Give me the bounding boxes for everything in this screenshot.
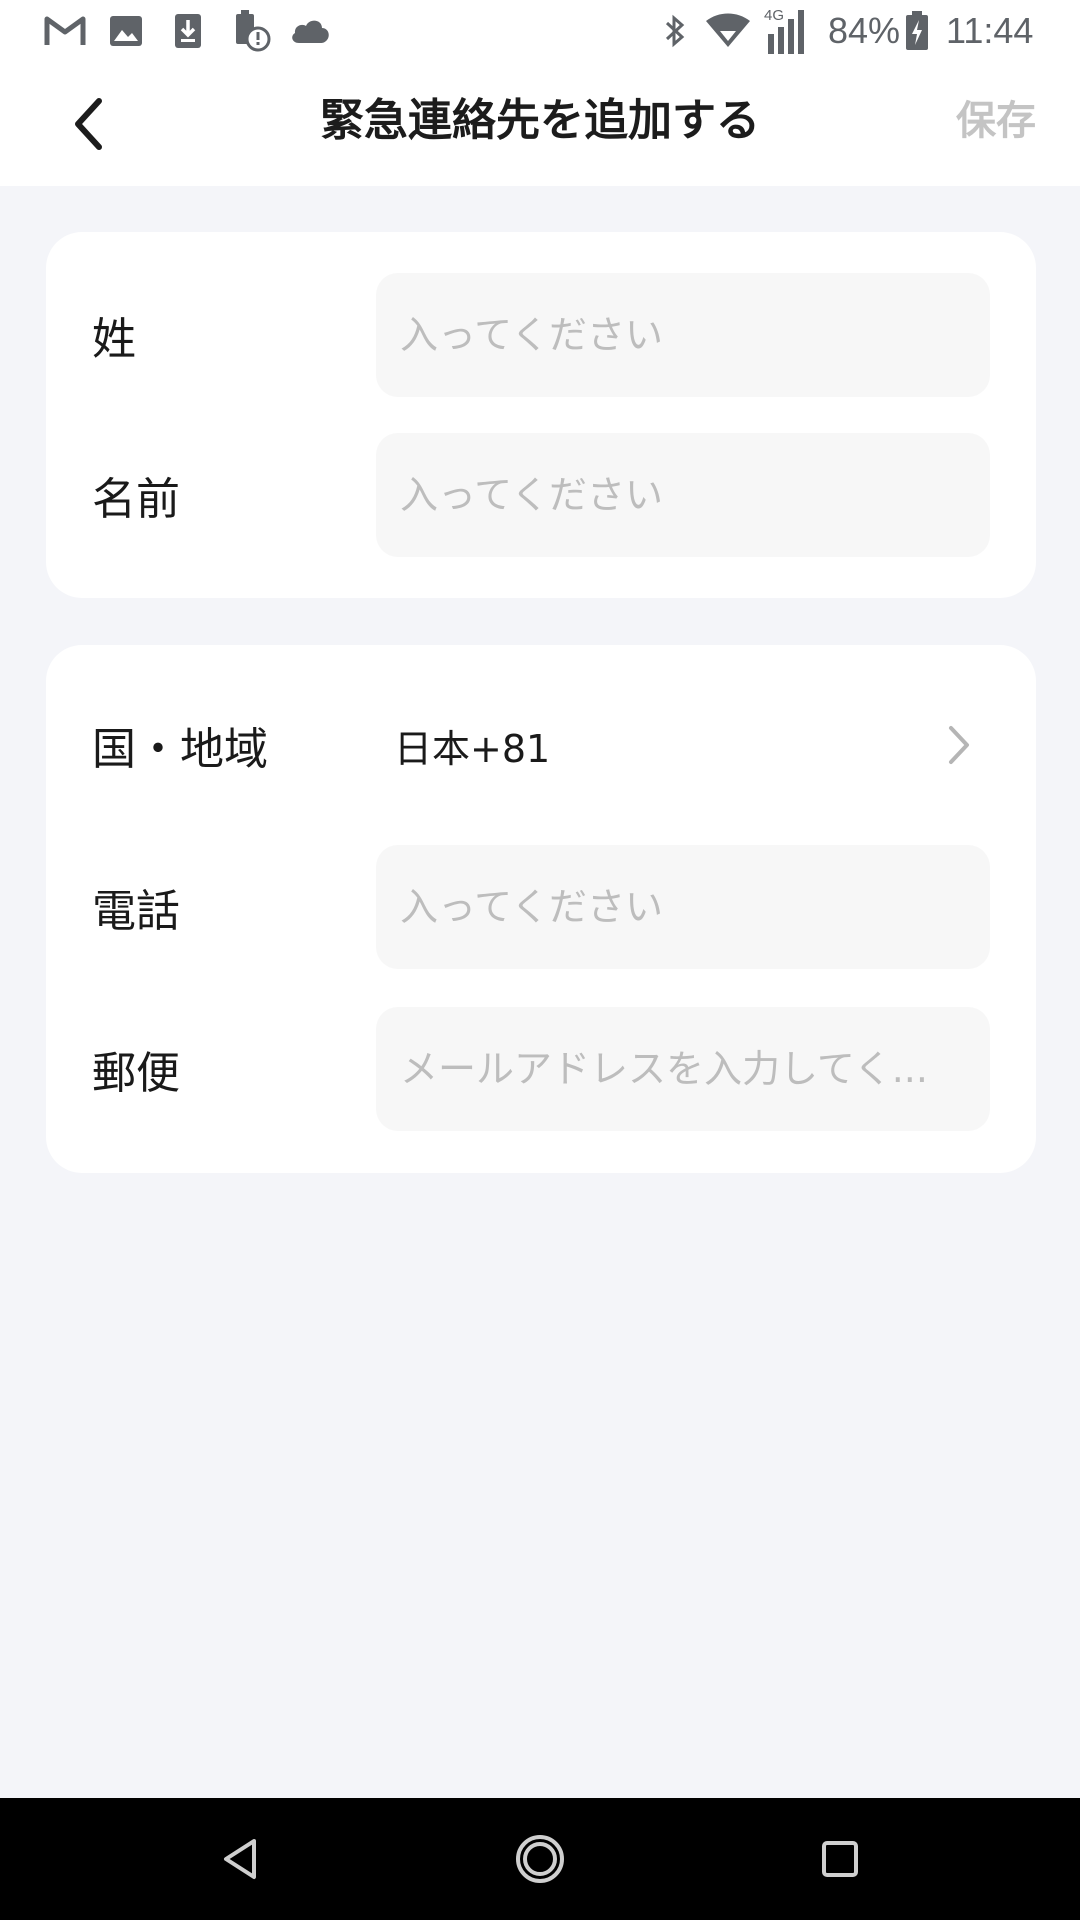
nav-back-icon[interactable] xyxy=(200,1819,280,1899)
email-input[interactable] xyxy=(376,1007,990,1131)
battery-percent: 84% xyxy=(828,10,901,51)
bluetooth-icon xyxy=(660,0,690,62)
system-nav-bar xyxy=(0,1798,1080,1920)
app-header: 緊急連絡先を追加する 保存 xyxy=(0,62,1080,186)
first-name-input[interactable] xyxy=(376,433,990,557)
signal-icon: 4G xyxy=(762,0,810,62)
chevron-right-icon xyxy=(946,680,972,810)
first-name-row: 名前 xyxy=(46,433,1036,557)
email-row: 郵便 xyxy=(46,1007,1036,1131)
phone-label: 電話 xyxy=(92,886,180,937)
phone-input[interactable] xyxy=(376,845,990,969)
email-label: 郵便 xyxy=(92,1048,180,1099)
status-time: 11:44 xyxy=(946,10,1034,51)
page-title: 緊急連絡先を追加する xyxy=(320,95,760,146)
wifi-icon xyxy=(704,0,752,62)
back-button[interactable] xyxy=(54,92,124,156)
last-name-label: 姓 xyxy=(92,314,136,365)
gallery-icon xyxy=(106,0,146,62)
last-name-row: 姓 xyxy=(46,273,1036,397)
battery-alert-icon xyxy=(230,0,274,62)
gmail-icon xyxy=(42,0,88,62)
phone-row: 電話 xyxy=(46,845,1036,969)
region-label: 国・地域 xyxy=(92,724,268,775)
nav-home-icon[interactable] xyxy=(500,1819,580,1899)
region-row[interactable]: 国・地域 日本+81 xyxy=(46,680,1036,810)
first-name-label: 名前 xyxy=(92,474,180,525)
cloud-icon xyxy=(288,0,332,62)
download-icon xyxy=(170,0,206,62)
chevron-left-icon xyxy=(75,98,102,150)
name-card: 姓 名前 xyxy=(46,232,1036,598)
status-bar: 4G 84% 11:44 xyxy=(0,0,1080,62)
battery-charging-icon xyxy=(902,0,932,62)
save-button[interactable]: 保存 xyxy=(956,62,1036,186)
nav-recents-icon[interactable] xyxy=(800,1819,880,1899)
last-name-input[interactable] xyxy=(376,273,990,397)
region-value: 日本+81 xyxy=(394,726,551,771)
contact-card: 国・地域 日本+81 電話 郵便 xyxy=(46,645,1036,1173)
svg-text:4G: 4G xyxy=(764,7,784,24)
